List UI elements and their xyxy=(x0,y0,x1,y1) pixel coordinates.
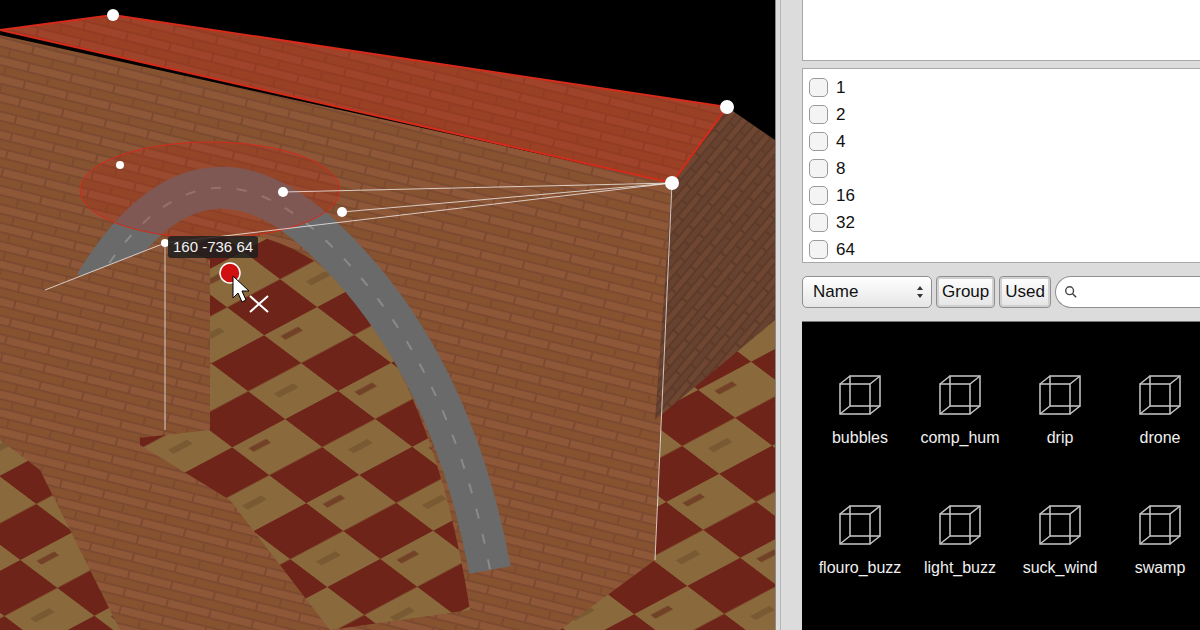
entity-item[interactable]: swamp xyxy=(1110,500,1200,630)
entity-cube-icon xyxy=(834,500,886,552)
updown-arrows-icon xyxy=(915,284,925,300)
sort-dropdown[interactable]: Name xyxy=(802,276,932,308)
flag-item[interactable]: 64 xyxy=(809,236,1200,263)
entity-item[interactable]: light_buzz xyxy=(910,500,1010,630)
side-panel: 1248163264 Name GroupUsed bubbles comp_hum… xyxy=(775,0,1200,630)
entity-label: drone xyxy=(1140,428,1181,447)
flag-item[interactable]: 1 xyxy=(809,74,1200,101)
entity-cube-icon xyxy=(1034,500,1086,552)
entity-item[interactable]: suck_wind xyxy=(1010,500,1110,630)
flag-checkbox[interactable] xyxy=(809,159,828,178)
entity-label: light_buzz xyxy=(924,558,996,577)
flag-label: 8 xyxy=(836,156,845,182)
entity-cube-icon xyxy=(834,370,886,422)
entity-cube-icon xyxy=(934,370,986,422)
level-geometry[interactable] xyxy=(0,0,775,630)
browser-toolbar: Name GroupUsed xyxy=(802,271,1200,313)
entity-label: swamp xyxy=(1135,558,1186,577)
flag-label: 16 xyxy=(836,183,855,209)
flag-label: 4 xyxy=(836,129,845,155)
entity-label: suck_wind xyxy=(1023,558,1098,577)
flag-item[interactable]: 8 xyxy=(809,155,1200,182)
entity-cube-icon xyxy=(1134,370,1186,422)
search-field[interactable] xyxy=(1055,276,1200,308)
toggle-button[interactable]: Used xyxy=(999,276,1051,308)
flag-label: 64 xyxy=(836,237,855,263)
entity-label: bubbles xyxy=(832,428,888,447)
entity-browser: bubbles comp_hum drip drone flouro_buzz light… xyxy=(802,321,1200,630)
toggle-button[interactable]: Group xyxy=(936,276,995,308)
flag-checkbox[interactable] xyxy=(809,105,828,124)
entity-item[interactable]: drone xyxy=(1110,370,1200,500)
flag-label: 1 xyxy=(836,75,845,101)
entity-item[interactable]: comp_hum xyxy=(910,370,1010,500)
spawnflags-list: 1248163264 xyxy=(802,68,1200,263)
flag-item[interactable]: 2 xyxy=(809,101,1200,128)
flag-checkbox[interactable] xyxy=(809,78,828,97)
properties-box xyxy=(802,0,1200,61)
3d-viewport[interactable]: 160 -736 64 xyxy=(0,0,775,630)
flag-item[interactable]: 32 xyxy=(809,209,1200,236)
sort-label: Name xyxy=(813,279,858,305)
entity-label: drip xyxy=(1047,428,1074,447)
flag-item[interactable]: 4 xyxy=(809,128,1200,155)
cursor-icon xyxy=(233,276,268,312)
entity-item[interactable]: drip xyxy=(1010,370,1110,500)
flag-checkbox[interactable] xyxy=(809,132,828,151)
flag-checkbox[interactable] xyxy=(809,240,828,259)
flag-item[interactable]: 16 xyxy=(809,182,1200,209)
search-input[interactable] xyxy=(1082,279,1200,305)
flag-checkbox[interactable] xyxy=(809,186,828,205)
flag-label: 32 xyxy=(836,210,855,236)
magnifier-icon xyxy=(1064,284,1078,300)
entity-label: comp_hum xyxy=(920,428,999,447)
flag-checkbox[interactable] xyxy=(809,213,828,232)
entity-item[interactable]: bubbles xyxy=(810,370,910,500)
entity-label: flouro_buzz xyxy=(819,558,902,577)
entity-cube-icon xyxy=(1134,500,1186,552)
entity-cube-icon xyxy=(1034,370,1086,422)
entity-item[interactable]: flouro_buzz xyxy=(810,500,910,630)
flag-label: 2 xyxy=(836,102,845,128)
entity-cube-icon xyxy=(934,500,986,552)
coordinate-tooltip: 160 -736 64 xyxy=(168,236,258,258)
